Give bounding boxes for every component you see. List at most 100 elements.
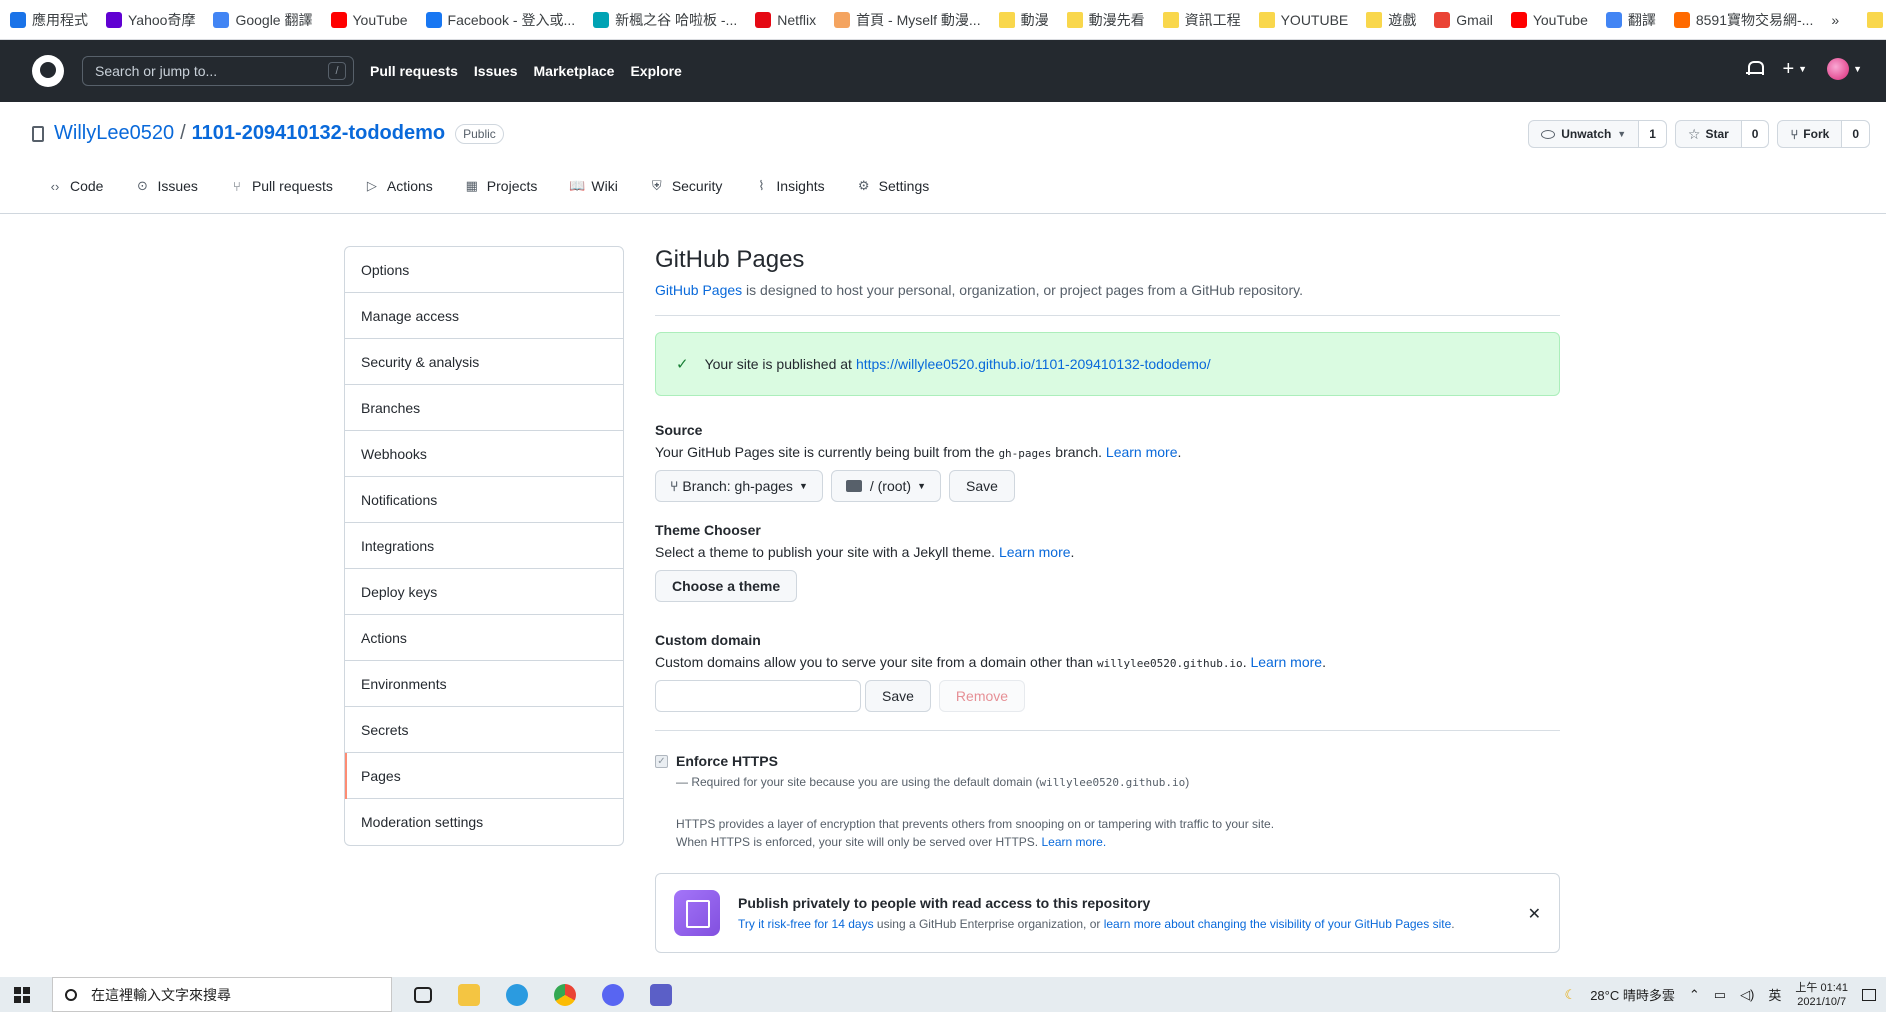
- bookmark-item[interactable]: 動漫: [998, 10, 1049, 30]
- network-icon[interactable]: ▭: [1714, 987, 1726, 1003]
- bookmark-item[interactable]: YouTube: [1510, 11, 1588, 28]
- bookmark-item[interactable]: YouTube: [330, 11, 408, 28]
- teams-icon[interactable]: [650, 983, 672, 1006]
- favicon-icon: [593, 11, 610, 28]
- other-bookmarks[interactable]: 其他書籤: [1867, 10, 1886, 30]
- bookmark-item[interactable]: 翻譯: [1605, 10, 1656, 30]
- published-flash: ✓ Your site is published at https://will…: [655, 332, 1560, 396]
- tab-actions[interactable]: ▷ Actions: [365, 178, 433, 194]
- ime-indicator[interactable]: 英: [1768, 985, 1781, 1004]
- nav-explore[interactable]: Explore: [630, 63, 681, 79]
- enforce-https-checkbox[interactable]: ✓: [655, 754, 668, 768]
- nav-pull-requests[interactable]: Pull requests: [370, 63, 458, 79]
- sidebar-item-actions[interactable]: Actions: [345, 615, 623, 661]
- edge-icon[interactable]: [506, 983, 528, 1006]
- forks-count[interactable]: 0: [1842, 121, 1869, 147]
- windows-start-icon[interactable]: [14, 986, 30, 1003]
- bookmark-item[interactable]: 應用程式: [10, 10, 88, 30]
- bookmark-item[interactable]: 8591寶物交易網-...: [1673, 10, 1813, 30]
- bookmark-item[interactable]: 新楓之谷 哈啦板 -...: [593, 10, 737, 30]
- try-enterprise-link[interactable]: Try it risk-free for 14 days: [738, 917, 874, 931]
- create-new-menu[interactable]: + ▼: [1782, 59, 1807, 79]
- source-desc-text: Your GitHub Pages site is currently bein…: [655, 444, 999, 460]
- sidebar-item-options[interactable]: Options: [345, 247, 623, 293]
- chevron-up-icon[interactable]: ⌃: [1689, 987, 1700, 1003]
- nav-marketplace[interactable]: Marketplace: [534, 63, 615, 79]
- file-explorer-icon[interactable]: [458, 983, 480, 1006]
- tab-pull-requests[interactable]: ⑂ Pull requests: [230, 178, 333, 194]
- bookmark-item[interactable]: 動漫先看: [1066, 10, 1145, 30]
- search-input[interactable]: Search or jump to... /: [82, 56, 354, 86]
- watchers-count[interactable]: 1: [1639, 121, 1666, 147]
- notification-center-icon[interactable]: [1862, 988, 1876, 1001]
- domain-remove-button[interactable]: Remove: [938, 680, 1026, 712]
- sidebar-item-notifications[interactable]: Notifications: [345, 477, 623, 523]
- sidebar-item-deploy-keys[interactable]: Deploy keys: [345, 569, 623, 615]
- tab-issues[interactable]: ⊙ Issues: [135, 178, 198, 194]
- close-icon[interactable]: ✕: [1528, 904, 1541, 924]
- published-site-link[interactable]: https://willylee0520.github.io/1101-2094…: [856, 356, 1211, 372]
- theme-learn-more-link[interactable]: Learn more: [999, 544, 1071, 560]
- discord-icon[interactable]: [602, 983, 624, 1006]
- stars-count[interactable]: 0: [1741, 121, 1769, 147]
- folder-select-button[interactable]: / (root) ▼: [830, 470, 942, 502]
- sidebar-item-secrets[interactable]: Secrets: [345, 707, 623, 753]
- tab-security[interactable]: ⛨ Security: [650, 178, 722, 194]
- weather-text[interactable]: 28°C 晴時多雲: [1590, 985, 1675, 1004]
- bookmark-item[interactable]: YOUTUBE: [1258, 11, 1348, 28]
- sidebar-item-security-analysis[interactable]: Security & analysis: [345, 339, 623, 385]
- bookmark-label: 動漫: [1020, 11, 1049, 28]
- user-menu[interactable]: ▼: [1827, 58, 1862, 80]
- chrome-icon[interactable]: [554, 983, 576, 1006]
- tab-settings[interactable]: ⚙ Settings: [857, 178, 929, 194]
- chevron-down-icon: ▼: [1617, 129, 1627, 139]
- bookmark-item[interactable]: Yahoo奇摩: [106, 10, 195, 30]
- sidebar-item-branches[interactable]: Branches: [345, 385, 623, 431]
- sidebar-item-pages[interactable]: Pages: [345, 753, 623, 799]
- tab-insights[interactable]: ⌇ Insights: [754, 178, 824, 194]
- sidebar-item-manage-access[interactable]: Manage access: [345, 293, 623, 339]
- source-save-button[interactable]: Save: [949, 470, 1015, 502]
- tab-wiki[interactable]: 📖 Wiki: [569, 178, 617, 194]
- sidebar-item-environments[interactable]: Environments: [345, 661, 623, 707]
- favicon-icon: [1510, 11, 1527, 28]
- sidebar-item-moderation-settings[interactable]: Moderation settings: [345, 799, 623, 845]
- nav-issues[interactable]: Issues: [474, 63, 518, 79]
- github-pages-link[interactable]: GitHub Pages: [655, 282, 742, 298]
- https-learn-more-link[interactable]: Learn more.: [1041, 835, 1106, 849]
- clock[interactable]: 上午 01:41 2021/10/7: [1795, 981, 1848, 1009]
- notifications-bell-icon[interactable]: [1746, 60, 1765, 78]
- repo-owner-link[interactable]: WillyLee0520: [54, 122, 174, 145]
- bookmark-item[interactable]: Google 翻譯: [213, 10, 313, 30]
- bookmarks-more-button[interactable]: »: [1831, 12, 1839, 28]
- bookmark-item[interactable]: Facebook - 登入或...: [425, 10, 575, 30]
- branch-select-button[interactable]: ⑂ Branch: gh-pages ▼: [655, 470, 823, 502]
- bookmark-item[interactable]: 遊戲: [1366, 10, 1416, 30]
- bookmark-item[interactable]: 資訊工程: [1162, 10, 1241, 30]
- bookmark-label: 新楓之谷 哈啦板 -...: [615, 11, 738, 28]
- source-learn-more-link[interactable]: Learn more: [1106, 444, 1178, 460]
- choose-theme-button[interactable]: Choose a theme: [655, 570, 798, 602]
- bookmark-label: Yahoo奇摩: [128, 11, 196, 28]
- repo-name-link[interactable]: 1101-209410132-tododemo: [192, 122, 445, 145]
- fork-button[interactable]: ⑂ Fork: [1778, 121, 1843, 147]
- chevron-down-icon: ▼: [798, 481, 808, 491]
- domain-learn-more-link[interactable]: Learn more: [1250, 654, 1322, 670]
- sidebar-item-webhooks[interactable]: Webhooks: [345, 431, 623, 477]
- bookmark-item[interactable]: Gmail: [1434, 11, 1493, 28]
- task-view-icon[interactable]: [414, 986, 432, 1003]
- volume-icon[interactable]: ◁): [1740, 987, 1754, 1003]
- bookmark-item[interactable]: Netflix: [755, 11, 816, 28]
- unwatch-button[interactable]: Unwatch ▼: [1529, 121, 1640, 147]
- custom-domain-input[interactable]: [655, 680, 861, 712]
- domain-save-button[interactable]: Save: [865, 680, 931, 712]
- star-button[interactable]: ☆ Star: [1676, 121, 1742, 147]
- tab-code[interactable]: ‹› Code: [48, 178, 104, 194]
- bookmark-item[interactable]: 首頁 - Myself 動漫...: [834, 10, 981, 30]
- github-logo-icon[interactable]: [32, 55, 64, 87]
- sidebar-item-integrations[interactable]: Integrations: [345, 523, 623, 569]
- domain-controls: Save Remove: [655, 680, 1560, 712]
- visibility-learn-more-link[interactable]: learn more about changing the visibility…: [1104, 917, 1452, 931]
- taskbar-search-input[interactable]: 在這裡輸入文字來搜尋: [52, 977, 392, 1012]
- tab-projects[interactable]: ▦ Projects: [465, 178, 538, 194]
